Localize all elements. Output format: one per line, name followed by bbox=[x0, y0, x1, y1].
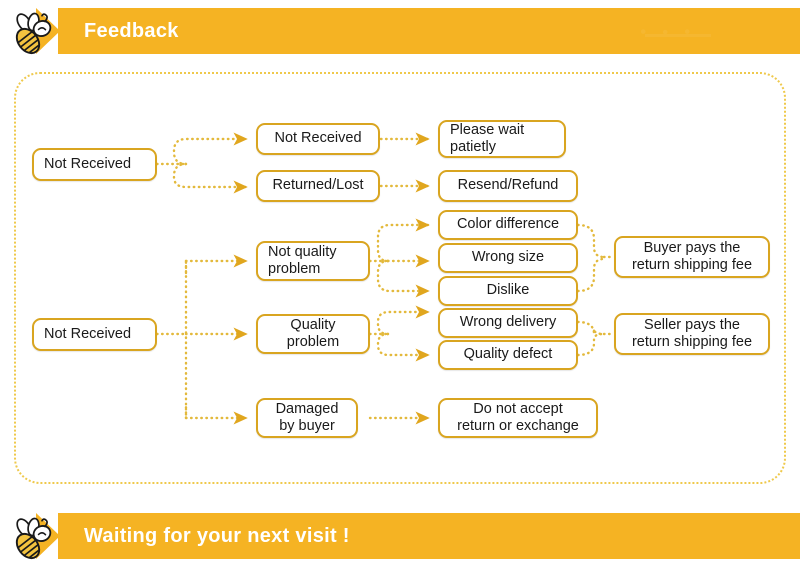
node-line-2: patietly bbox=[450, 139, 496, 155]
node-not-received[interactable]: Not Received bbox=[256, 123, 380, 155]
footer-title: Waiting for your next visit ! bbox=[84, 525, 350, 547]
node-line-2: return or exchange bbox=[457, 418, 579, 434]
flowchart-container bbox=[14, 72, 786, 484]
node-returned-lost[interactable]: Returned/Lost bbox=[256, 170, 380, 202]
header-watermark bbox=[630, 16, 740, 42]
bee-icon bbox=[15, 12, 52, 55]
node-line-2: problem bbox=[268, 261, 321, 277]
node-quality-problem[interactable]: Quality problem bbox=[256, 314, 370, 354]
node-wrong-size[interactable]: Wrong size bbox=[438, 243, 578, 273]
node-line-1: Please wait bbox=[450, 122, 525, 139]
node-wrong-delivery[interactable]: Wrong delivery bbox=[438, 308, 578, 338]
node-seller-pays-return-shipping-fee[interactable]: Seller pays the return shipping fee bbox=[614, 313, 770, 355]
node-line-1: Damaged bbox=[275, 401, 339, 418]
node-root-not-received-top[interactable]: Not Received bbox=[32, 148, 157, 181]
node-damaged-by-buyer[interactable]: Damaged by buyer bbox=[256, 398, 358, 438]
node-line-1: Buyer pays the bbox=[643, 240, 741, 257]
node-line-2: by buyer bbox=[279, 418, 335, 434]
node-line-1: Seller pays the bbox=[644, 317, 740, 334]
node-buyer-pays-return-shipping-fee[interactable]: Buyer pays the return shipping fee bbox=[614, 236, 770, 278]
bee-icon bbox=[15, 517, 52, 560]
node-line-1: Not quality bbox=[268, 244, 337, 261]
node-do-not-accept-return-or-exchange[interactable]: Do not accept return or exchange bbox=[438, 398, 598, 438]
node-line-2: return shipping fee bbox=[631, 334, 753, 350]
node-line-2: problem bbox=[286, 334, 340, 350]
node-root-not-received-bottom[interactable]: Not Received bbox=[32, 318, 157, 351]
node-dislike[interactable]: Dislike bbox=[438, 276, 578, 306]
node-not-quality-problem[interactable]: Not quality problem bbox=[256, 241, 370, 281]
node-line-2: return shipping fee bbox=[631, 257, 753, 273]
node-resend-refund[interactable]: Resend/Refund bbox=[438, 170, 578, 202]
node-line-1: Quality bbox=[290, 317, 336, 334]
node-color-difference[interactable]: Color difference bbox=[438, 210, 578, 240]
footer-banner: Waiting for your next visit ! bbox=[0, 513, 800, 560]
node-line-1: Do not accept bbox=[473, 401, 563, 418]
node-please-wait-patietly[interactable]: Please wait patietly bbox=[438, 120, 566, 158]
page-title: Feedback bbox=[84, 20, 179, 42]
node-quality-defect[interactable]: Quality defect bbox=[438, 340, 578, 370]
header-banner: Feedback bbox=[0, 8, 800, 55]
